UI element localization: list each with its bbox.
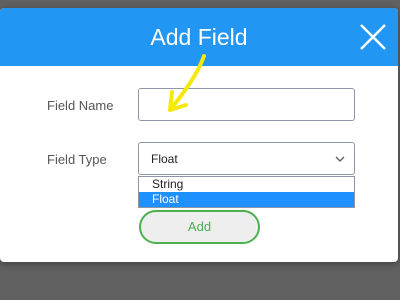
field-type-select[interactable]: Float [138, 142, 355, 175]
option-float[interactable]: Float [139, 192, 354, 207]
close-button[interactable] [356, 20, 390, 54]
option-string[interactable]: String [139, 177, 354, 192]
field-name-label: Field Name [47, 98, 114, 113]
add-button[interactable]: Add [139, 210, 260, 244]
field-name-input[interactable] [138, 88, 355, 121]
field-type-selected-value: Float [151, 152, 178, 166]
close-icon [360, 24, 386, 50]
add-field-dialog: Add Field Field Name Field Type Float St… [0, 8, 398, 262]
field-type-label: Field Type [47, 152, 107, 167]
chevron-down-icon [334, 153, 346, 165]
dialog-header: Add Field [0, 8, 398, 66]
field-type-options-list: String Float [138, 176, 355, 208]
dialog-title: Add Field [150, 24, 248, 50]
